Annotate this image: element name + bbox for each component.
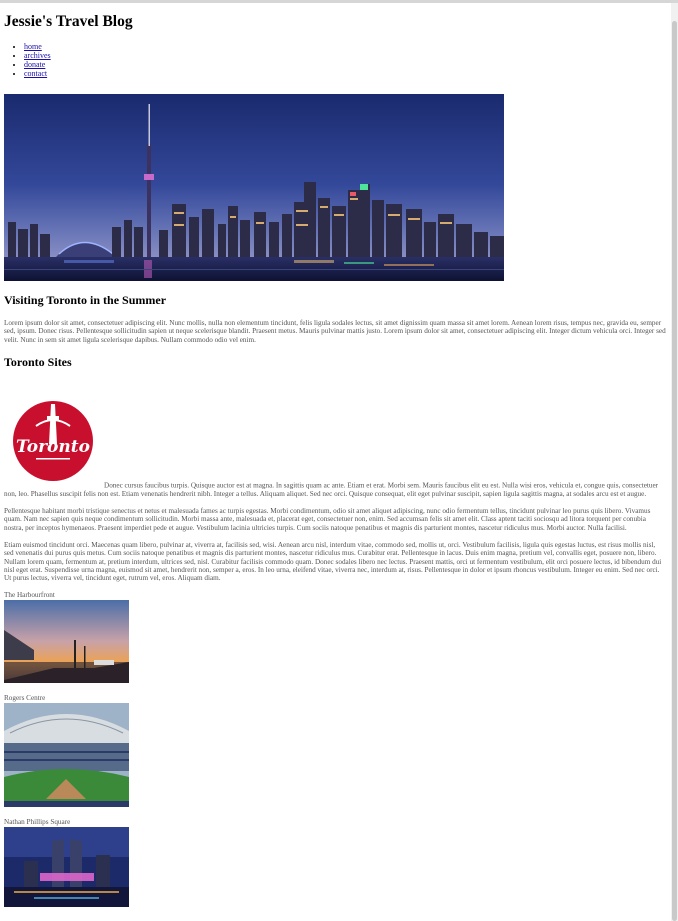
- nav-link-archives[interactable]: archives: [24, 51, 51, 60]
- toronto-logo: Toronto: [9, 396, 97, 485]
- vertical-scrollbar[interactable]: [671, 3, 678, 921]
- main-nav: home archives donate contact: [4, 42, 666, 78]
- nav-link-donate[interactable]: donate: [24, 60, 45, 69]
- sites-section: Toronto Donec cursus faucibus turpis. Qu…: [4, 392, 666, 498]
- sites-paragraph-3: Etiam euismod tincidunt orci. Maecenas q…: [4, 541, 662, 583]
- svg-text:Toronto: Toronto: [16, 437, 90, 457]
- nav-link-contact[interactable]: contact: [24, 69, 47, 78]
- post-intro-paragraph: Lorem ipsum dolor sit amet, consectetuer…: [4, 319, 666, 344]
- sites-paragraph-1: Toronto Donec cursus faucibus turpis. Qu…: [4, 392, 666, 498]
- nathan-phillips-square-image: [4, 826, 129, 907]
- rogers-centre-image: [4, 702, 129, 807]
- browser-top-border: [0, 0, 678, 3]
- gallery-caption-rogers-centre: Rogers Centre: [4, 693, 46, 702]
- nav-item-archives: archives: [24, 51, 666, 60]
- nav-link-home[interactable]: home: [24, 42, 42, 51]
- site-title: Jessie's Travel Blog: [4, 13, 133, 30]
- gallery-caption-nathan-phillips-square: Nathan Phillips Square: [4, 817, 71, 826]
- gallery-caption-harbourfront: The Harbourfront: [4, 590, 55, 599]
- sites-heading: Toronto Sites: [4, 354, 72, 369]
- nav-item-contact: contact: [24, 69, 666, 78]
- post-title: Visiting Toronto in the Summer: [4, 293, 167, 307]
- hero-skyline-image: [4, 94, 504, 281]
- page-content: Jessie's Travel Blog home archives donat…: [4, 12, 666, 907]
- harbourfront-image: [4, 599, 129, 683]
- sites-paragraph-2: Pellentesque habitant morbi tristique se…: [4, 507, 651, 532]
- nav-item-donate: donate: [24, 60, 666, 69]
- scrollbar-thumb[interactable]: [672, 21, 677, 921]
- sites-paragraph-1-text: Donec cursus faucibus turpis. Quisque au…: [4, 481, 659, 498]
- nav-item-home: home: [24, 42, 666, 51]
